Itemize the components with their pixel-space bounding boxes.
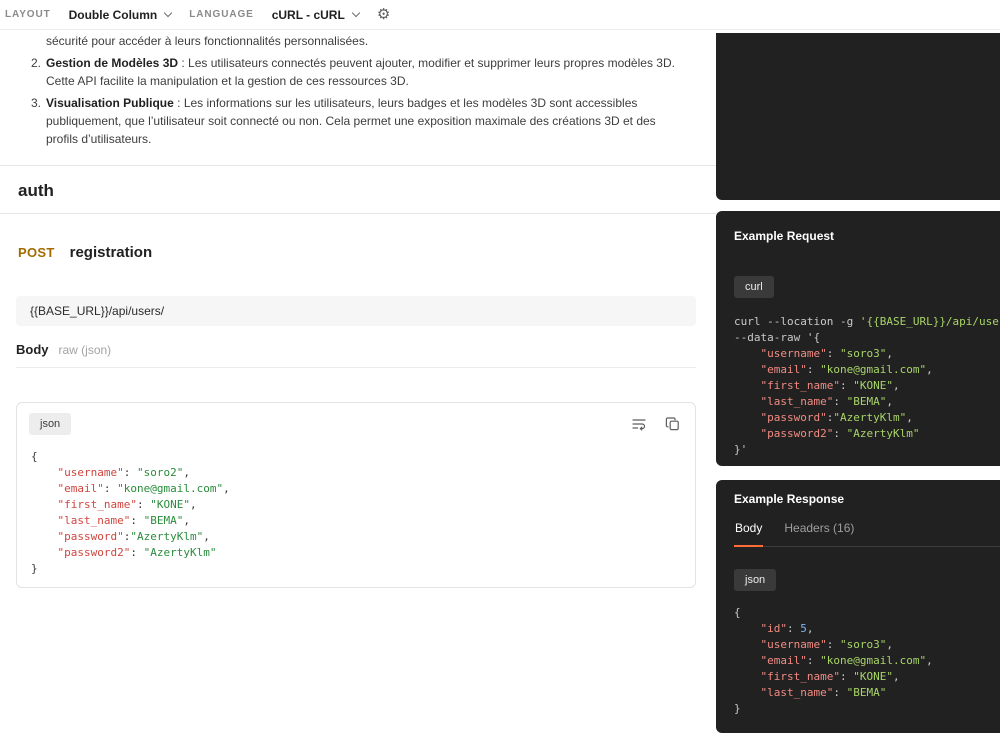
divider xyxy=(0,213,716,214)
language-label: LANGUAGE xyxy=(189,9,254,20)
wrap-text-icon[interactable] xyxy=(631,416,647,432)
example-request-panel: Example Request curl curl --location -g … xyxy=(716,211,1000,466)
example-request-title: Example Request xyxy=(734,229,835,243)
tab-headers[interactable]: Headers (16) xyxy=(783,519,855,546)
http-method-badge: POST xyxy=(18,245,55,260)
language-select[interactable]: cURL - cURL xyxy=(271,7,361,22)
chevron-down-icon xyxy=(164,8,173,18)
code-card-actions xyxy=(631,416,681,432)
feature-list: 2. Gestion de Modèles 3D : Les utilisate… xyxy=(0,54,716,148)
layout-select[interactable]: Double Column xyxy=(68,7,173,22)
layout-label: LAYOUT xyxy=(5,9,51,20)
previous-example-block xyxy=(716,33,1000,200)
list-item-text: Gestion de Modèles 3D : Les utilisateurs… xyxy=(46,54,690,90)
body-label: Body xyxy=(16,342,49,357)
request-section: POST registration {{BASE_URL}}/api/users… xyxy=(0,244,716,588)
body-mode-row: Body raw (json) xyxy=(16,342,716,358)
language-chip: json xyxy=(734,569,777,591)
intro-text-fragment: sécurité pour accéder à leurs fonctionna… xyxy=(46,34,369,48)
list-item: 2. Gestion de Modèles 3D : Les utilisate… xyxy=(0,54,716,90)
request-url: {{BASE_URL}}/api/users/ xyxy=(16,296,696,326)
example-response-panel: Example Response Body Headers (16) json … xyxy=(716,480,1000,733)
request-name: registration xyxy=(69,244,153,261)
list-item-number: 2. xyxy=(31,56,42,70)
list-item-title: Gestion de Modèles 3D xyxy=(46,56,179,70)
language-chip: curl xyxy=(734,276,774,298)
response-tabs: Body Headers (16) xyxy=(734,519,1000,547)
copy-icon[interactable] xyxy=(665,416,681,432)
chevron-down-icon xyxy=(351,8,361,18)
request-header: POST registration xyxy=(18,244,716,264)
example-response-code: { "id": 5, "username": "soro3", "email":… xyxy=(734,606,933,715)
layout-select-value: Double Column xyxy=(68,7,158,22)
toolbar: LAYOUT Double Column LANGUAGE cURL - cUR… xyxy=(0,0,1000,30)
section-title: auth xyxy=(18,181,54,200)
list-item: 3. Visualisation Publique : Les informat… xyxy=(0,94,716,148)
list-item-number: 3. xyxy=(31,96,42,110)
example-request-code: curl --location -g '{{BASE_URL}}/api/use… xyxy=(734,315,1000,456)
language-select-value: cURL - cURL xyxy=(271,7,345,22)
list-item-text: Visualisation Publique : Les information… xyxy=(46,94,690,148)
divider xyxy=(16,367,696,368)
tab-body[interactable]: Body xyxy=(734,519,764,547)
documentation-column: sécurité pour accéder à leurs fonctionna… xyxy=(0,30,716,749)
request-body-code: { "username": "soro2", "email": "kone@gm… xyxy=(31,450,230,575)
body-mode: raw (json) xyxy=(58,343,112,357)
example-response-title: Example Response xyxy=(734,492,845,506)
list-item-title: Visualisation Publique xyxy=(46,96,174,110)
request-body-card: json { "username": "soro2", "email": "ko… xyxy=(16,402,696,588)
language-chip: json xyxy=(29,413,72,435)
example-column: Example Request curl curl --location -g … xyxy=(716,30,1000,749)
code-card-header: json xyxy=(17,403,695,443)
gear-icon[interactable]: ⚙ xyxy=(377,7,390,22)
content-area: sécurité pour accéder à leurs fonctionna… xyxy=(0,30,1000,749)
api-docs-page: LAYOUT Double Column LANGUAGE cURL - cUR… xyxy=(0,0,1000,750)
